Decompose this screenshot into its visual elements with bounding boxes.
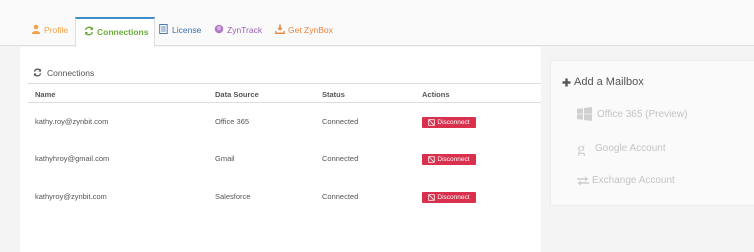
- windows-icon: [577, 107, 593, 121]
- disconnect-button[interactable]: Disconnect: [422, 154, 476, 165]
- tab-label: Connections: [97, 27, 149, 37]
- tab-zyntrack[interactable]: ZynTrack: [214, 17, 262, 46]
- connection-name: kathyroy@zynbit.com: [35, 192, 107, 201]
- option-label: Office 365 (Preview): [597, 108, 688, 120]
- connections-panel: Connections Name Data Source Status Acti…: [20, 47, 541, 252]
- tab-label: Profile: [44, 25, 69, 35]
- user-icon: [31, 24, 42, 34]
- plus-icon: [562, 78, 571, 87]
- unlink-icon: [428, 156, 436, 163]
- option-label: Exchange Account: [592, 175, 675, 186]
- download-icon: [275, 24, 286, 34]
- column-header-actions: Actions: [422, 90, 450, 99]
- google-icon: g: [577, 139, 591, 158]
- disconnect-button[interactable]: Disconnect: [422, 117, 476, 128]
- connection-status: Connected: [322, 154, 359, 163]
- disconnect-label: Disconnect: [437, 194, 470, 201]
- section-title: Connections: [47, 68, 95, 78]
- divider: [28, 83, 541, 84]
- column-header-status: Status: [322, 90, 345, 99]
- tab-connections[interactable]: Connections: [75, 17, 156, 47]
- connection-source: Salesforce: [215, 192, 251, 201]
- connection-source: Gmail: [215, 154, 235, 163]
- disconnect-label: Disconnect: [437, 119, 470, 126]
- disconnect-label: Disconnect: [437, 156, 470, 163]
- add-mailbox-header: Add a Mailbox: [562, 76, 644, 88]
- svg-text:g: g: [577, 140, 586, 156]
- option-label: Google Account: [595, 142, 666, 154]
- connections-header: Connections: [33, 68, 94, 78]
- tab-profile[interactable]: Profile: [31, 17, 68, 46]
- document-icon: [159, 24, 170, 34]
- google-account-option[interactable]: g Google Account: [577, 139, 666, 158]
- swap-icon: [577, 176, 590, 186]
- office365-option[interactable]: Office 365 (Preview): [577, 107, 687, 121]
- disconnect-button[interactable]: Disconnect: [422, 192, 476, 203]
- connection-name: kathyhroy@gmail.com: [35, 154, 110, 163]
- connection-source: Office 365: [215, 117, 250, 126]
- add-mailbox-title: Add a Mailbox: [574, 76, 644, 88]
- column-header-data-source: Data Source: [215, 90, 259, 99]
- tab-label: License: [172, 25, 202, 35]
- unlink-icon: [428, 194, 436, 201]
- tab-license[interactable]: License: [159, 17, 201, 46]
- refresh-icon[interactable]: [33, 68, 43, 78]
- refresh-icon: [84, 26, 95, 36]
- divider: [28, 102, 541, 103]
- globe-icon: [214, 24, 225, 34]
- exchange-account-option[interactable]: Exchange Account: [577, 175, 675, 186]
- add-mailbox-panel: Add a Mailbox Office 365 (Preview) g Goo…: [550, 60, 754, 206]
- connection-name: kathy.roy@zynbit.com: [35, 117, 109, 126]
- connection-status: Connected: [322, 117, 359, 126]
- tab-label: ZynTrack: [227, 25, 263, 35]
- unlink-icon: [428, 119, 436, 126]
- tab-bar: Profile Connections License ZynTrack Get…: [0, 0, 754, 47]
- tab-get-zynbox[interactable]: Get ZynBox: [275, 17, 333, 46]
- column-header-name: Name: [35, 90, 56, 99]
- connection-status: Connected: [322, 192, 359, 201]
- tab-label: Get ZynBox: [288, 25, 333, 35]
